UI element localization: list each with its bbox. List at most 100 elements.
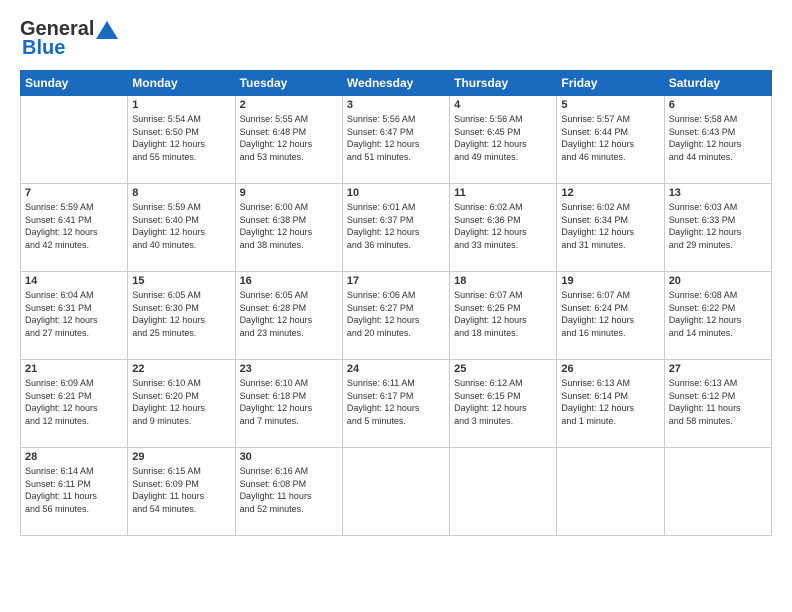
day-number: 25 [454,363,552,375]
day-info: Sunrise: 6:09 AM Sunset: 6:21 PM Dayligh… [25,377,123,427]
day-info: Sunrise: 6:02 AM Sunset: 6:34 PM Dayligh… [561,201,659,251]
day-cell: 3 Sunrise: 5:56 AM Sunset: 6:47 PM Daylig… [342,96,449,184]
day-number: 29 [132,451,230,463]
page-header: General Blue [20,18,772,60]
day-number: 8 [132,187,230,199]
logo-icon [96,21,118,39]
day-info: Sunrise: 5:57 AM Sunset: 6:44 PM Dayligh… [561,113,659,163]
day-number: 20 [669,275,767,287]
day-cell: 24 Sunrise: 6:11 AM Sunset: 6:17 PM Dayli… [342,360,449,448]
day-info: Sunrise: 6:08 AM Sunset: 6:22 PM Dayligh… [669,289,767,339]
day-number: 21 [25,363,123,375]
day-cell: 8 Sunrise: 5:59 AM Sunset: 6:40 PM Daylig… [128,184,235,272]
day-cell: 4 Sunrise: 5:56 AM Sunset: 6:45 PM Daylig… [450,96,557,184]
column-header-wednesday: Wednesday [342,71,449,96]
day-cell: 14 Sunrise: 6:04 AM Sunset: 6:31 PM Dayli… [21,272,128,360]
day-info: Sunrise: 5:54 AM Sunset: 6:50 PM Dayligh… [132,113,230,163]
day-number: 28 [25,451,123,463]
day-cell: 13 Sunrise: 6:03 AM Sunset: 6:33 PM Dayli… [664,184,771,272]
column-header-tuesday: Tuesday [235,71,342,96]
day-info: Sunrise: 5:59 AM Sunset: 6:40 PM Dayligh… [132,201,230,251]
day-info: Sunrise: 5:56 AM Sunset: 6:47 PM Dayligh… [347,113,445,163]
day-info: Sunrise: 6:03 AM Sunset: 6:33 PM Dayligh… [669,201,767,251]
day-info: Sunrise: 6:05 AM Sunset: 6:28 PM Dayligh… [240,289,338,339]
day-cell [450,448,557,536]
day-number: 22 [132,363,230,375]
day-number: 3 [347,99,445,111]
day-cell: 16 Sunrise: 6:05 AM Sunset: 6:28 PM Dayli… [235,272,342,360]
day-cell: 1 Sunrise: 5:54 AM Sunset: 6:50 PM Daylig… [128,96,235,184]
column-header-sunday: Sunday [21,71,128,96]
day-info: Sunrise: 6:10 AM Sunset: 6:20 PM Dayligh… [132,377,230,427]
day-number: 23 [240,363,338,375]
day-info: Sunrise: 6:16 AM Sunset: 6:08 PM Dayligh… [240,465,338,515]
day-number: 24 [347,363,445,375]
day-cell: 27Sunrise: 6:13 AM Sunset: 6:12 PM Dayli… [664,360,771,448]
day-number: 12 [561,187,659,199]
day-cell: 29 Sunrise: 6:15 AM Sunset: 6:09 PM Dayli… [128,448,235,536]
day-info: Sunrise: 6:10 AM Sunset: 6:18 PM Dayligh… [240,377,338,427]
week-row-2: 7 Sunrise: 5:59 AM Sunset: 6:41 PM Daylig… [21,184,772,272]
day-info: Sunrise: 6:05 AM Sunset: 6:30 PM Dayligh… [132,289,230,339]
day-info: Sunrise: 5:58 AM Sunset: 6:43 PM Dayligh… [669,113,767,163]
day-info: Sunrise: 6:00 AM Sunset: 6:38 PM Dayligh… [240,201,338,251]
day-number: 18 [454,275,552,287]
day-cell: 19 Sunrise: 6:07 AM Sunset: 6:24 PM Dayli… [557,272,664,360]
day-number: 14 [25,275,123,287]
calendar: SundayMondayTuesdayWednesdayThursdayFrid… [20,70,772,536]
day-info: Sunrise: 5:59 AM Sunset: 6:41 PM Dayligh… [25,201,123,251]
day-number: 7 [25,187,123,199]
day-info: Sunrise: 6:12 AM Sunset: 6:15 PM Dayligh… [454,377,552,427]
week-row-3: 14 Sunrise: 6:04 AM Sunset: 6:31 PM Dayli… [21,272,772,360]
day-cell: 7 Sunrise: 5:59 AM Sunset: 6:41 PM Daylig… [21,184,128,272]
day-info: Sunrise: 6:04 AM Sunset: 6:31 PM Dayligh… [25,289,123,339]
day-number: 30 [240,451,338,463]
day-number: 2 [240,99,338,111]
day-cell [557,448,664,536]
day-info: Sunrise: 6:06 AM Sunset: 6:27 PM Dayligh… [347,289,445,339]
day-cell: 9Sunrise: 6:00 AM Sunset: 6:38 PM Daylig… [235,184,342,272]
day-info: Sunrise: 6:07 AM Sunset: 6:24 PM Dayligh… [561,289,659,339]
day-cell: 10Sunrise: 6:01 AM Sunset: 6:37 PM Dayli… [342,184,449,272]
day-info: Sunrise: 6:07 AM Sunset: 6:25 PM Dayligh… [454,289,552,339]
day-cell [664,448,771,536]
day-cell: 18 Sunrise: 6:07 AM Sunset: 6:25 PM Dayli… [450,272,557,360]
day-number: 6 [669,99,767,111]
day-number: 11 [454,187,552,199]
day-info: Sunrise: 5:56 AM Sunset: 6:45 PM Dayligh… [454,113,552,163]
week-row-1: 1 Sunrise: 5:54 AM Sunset: 6:50 PM Daylig… [21,96,772,184]
day-cell: 21 Sunrise: 6:09 AM Sunset: 6:21 PM Dayli… [21,360,128,448]
day-number: 1 [132,99,230,111]
day-info: Sunrise: 6:11 AM Sunset: 6:17 PM Dayligh… [347,377,445,427]
day-info: Sunrise: 6:02 AM Sunset: 6:36 PM Dayligh… [454,201,552,251]
day-cell: 2 Sunrise: 5:55 AM Sunset: 6:48 PM Daylig… [235,96,342,184]
day-cell: 6 Sunrise: 5:58 AM Sunset: 6:43 PM Daylig… [664,96,771,184]
day-cell: 23 Sunrise: 6:10 AM Sunset: 6:18 PM Dayli… [235,360,342,448]
day-info: Sunrise: 6:14 AM Sunset: 6:11 PM Dayligh… [25,465,123,515]
day-cell: 30 Sunrise: 6:16 AM Sunset: 6:08 PM Dayli… [235,448,342,536]
day-cell: 5 Sunrise: 5:57 AM Sunset: 6:44 PM Daylig… [557,96,664,184]
day-number: 17 [347,275,445,287]
day-number: 19 [561,275,659,287]
day-cell: 12 Sunrise: 6:02 AM Sunset: 6:34 PM Dayli… [557,184,664,272]
column-header-thursday: Thursday [450,71,557,96]
day-number: 16 [240,275,338,287]
day-cell: 26Sunrise: 6:13 AM Sunset: 6:14 PM Dayli… [557,360,664,448]
day-cell [21,96,128,184]
week-row-5: 28 Sunrise: 6:14 AM Sunset: 6:11 PM Dayli… [21,448,772,536]
logo: General Blue [20,18,118,60]
column-header-monday: Monday [128,71,235,96]
day-cell: 22 Sunrise: 6:10 AM Sunset: 6:20 PM Dayli… [128,360,235,448]
day-number: 15 [132,275,230,287]
day-info: Sunrise: 6:01 AM Sunset: 6:37 PM Dayligh… [347,201,445,251]
day-number: 27 [669,363,767,375]
day-number: 13 [669,187,767,199]
day-cell: 25 Sunrise: 6:12 AM Sunset: 6:15 PM Dayli… [450,360,557,448]
day-number: 4 [454,99,552,111]
day-cell: 28 Sunrise: 6:14 AM Sunset: 6:11 PM Dayli… [21,448,128,536]
day-cell [342,448,449,536]
calendar-header-row: SundayMondayTuesdayWednesdayThursdayFrid… [21,71,772,96]
day-info: Sunrise: 6:15 AM Sunset: 6:09 PM Dayligh… [132,465,230,515]
day-number: 5 [561,99,659,111]
day-info: Sunrise: 5:55 AM Sunset: 6:48 PM Dayligh… [240,113,338,163]
